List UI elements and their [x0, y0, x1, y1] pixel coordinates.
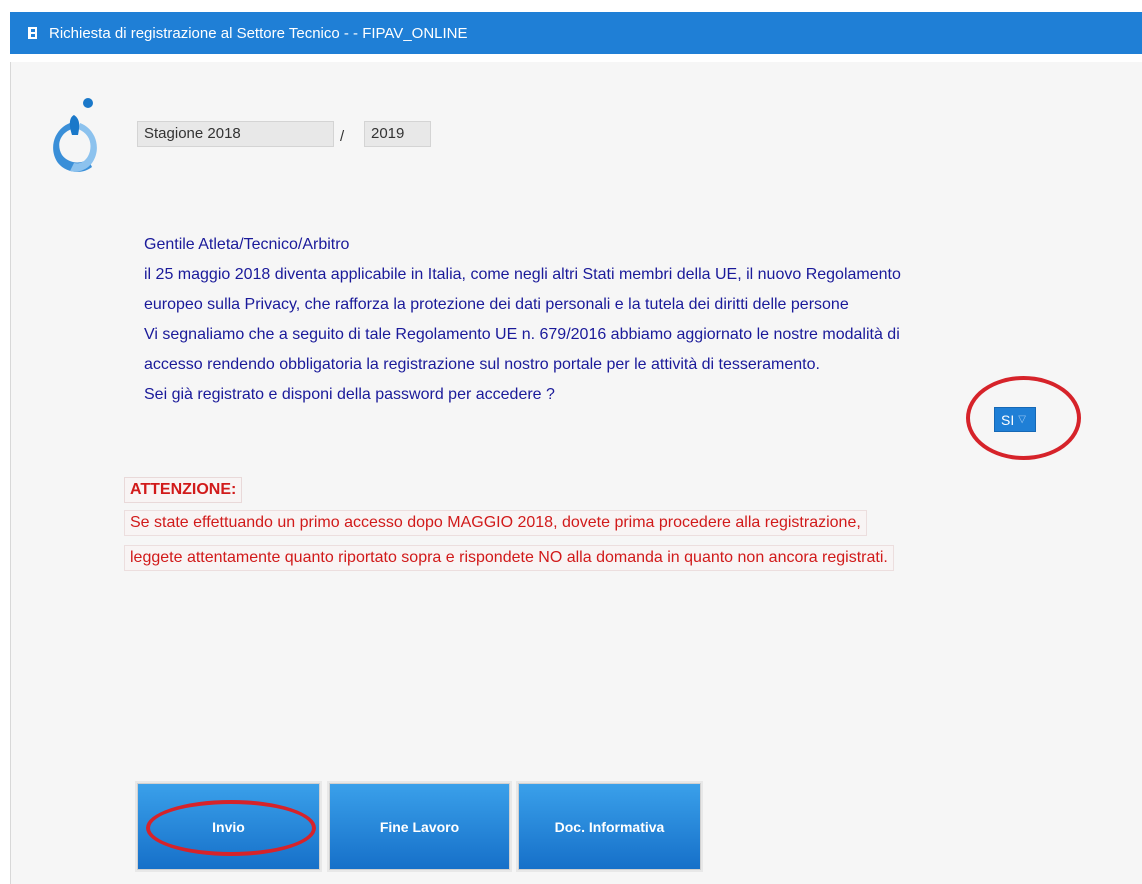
warning-heading: ATTENZIONE: [124, 477, 243, 503]
window-title: Richiesta di registrazione al Settore Te… [49, 24, 468, 42]
notice-line: Gentile Atleta/Tecnico/Arbitro [144, 236, 350, 253]
notice-line: il 25 maggio 2018 diventa applicabile in… [144, 266, 901, 283]
logo-dot [83, 98, 93, 108]
notice-line: europeo sulla Privacy, che rafforza la p… [144, 296, 849, 313]
registered-select[interactable]: SI ▽ [994, 407, 1036, 432]
registered-select-value: SI [1001, 411, 1015, 428]
notice-line: accesso rendendo obbligatoria la registr… [144, 356, 820, 373]
fipav-logo [53, 98, 97, 172]
season-separator: / [340, 128, 345, 145]
main-panel [10, 62, 1142, 884]
season-end-field[interactable]: 2019 [364, 121, 431, 147]
fine-lavoro-button[interactable]: Fine Lavoro [329, 783, 510, 870]
window-titlebar: Richiesta di registrazione al Settore Te… [10, 12, 1142, 54]
warning-line-2: leggete attentamente quanto riportato so… [124, 545, 894, 571]
document-icon [28, 27, 37, 39]
notice-line: Vi segnaliamo che a seguito di tale Rego… [144, 326, 900, 343]
chevron-down-icon: ▽ [1018, 414, 1026, 425]
season-start-field[interactable]: Stagione 2018 [137, 121, 334, 147]
logo-stem [69, 115, 80, 135]
privacy-notice: Gentile Atleta/Tecnico/Arbitro il 25 mag… [144, 230, 1104, 410]
invio-button[interactable]: Invio [137, 783, 320, 870]
warning-line-1: Se state effettuando un primo accesso do… [124, 510, 867, 536]
doc-informativa-button[interactable]: Doc. Informativa [518, 783, 701, 870]
registration-question: Sei già registrato e disponi della passw… [144, 386, 555, 403]
